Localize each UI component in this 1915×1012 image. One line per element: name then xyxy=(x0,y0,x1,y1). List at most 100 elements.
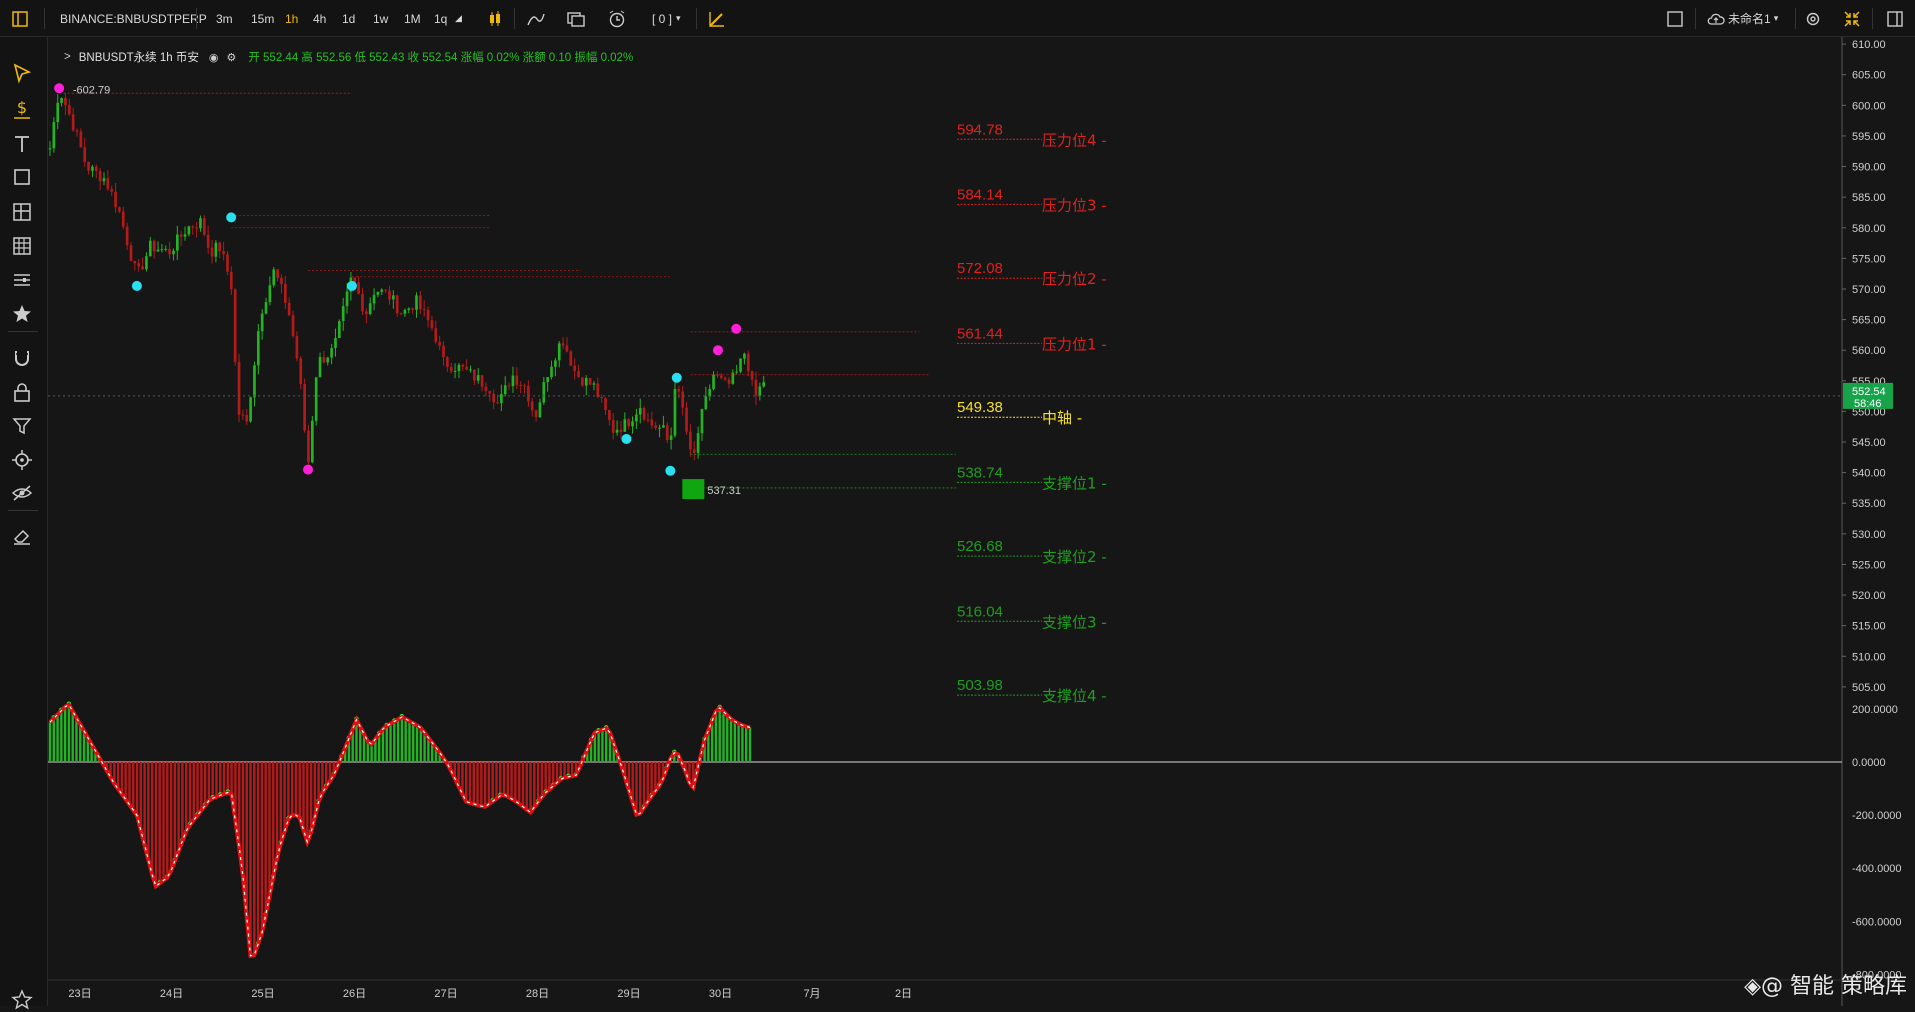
alert-clock-icon[interactable] xyxy=(608,0,626,37)
target-icon[interactable] xyxy=(10,448,34,472)
candle-body xyxy=(438,341,441,346)
swing-point-marker xyxy=(621,433,632,444)
candle-body xyxy=(600,397,604,399)
macd-bar xyxy=(415,725,419,763)
macd-bar xyxy=(211,762,214,799)
eye-slash-icon[interactable] xyxy=(10,481,34,505)
candle-body xyxy=(102,178,106,182)
text-icon[interactable] xyxy=(10,132,34,156)
candle-body xyxy=(527,385,530,402)
eye-icon[interactable]: ◉ xyxy=(209,51,219,64)
compare-icon[interactable] xyxy=(567,0,585,37)
interval-15m[interactable]: 15m xyxy=(251,0,274,37)
macd-bar xyxy=(147,762,150,860)
candle-body xyxy=(442,345,445,358)
time-tick-label: 26日 xyxy=(343,988,366,1000)
interval-1d[interactable]: 1d xyxy=(342,0,355,37)
candle-body xyxy=(160,249,164,251)
svg-text:$: $ xyxy=(17,98,27,117)
candle-body xyxy=(515,375,519,385)
time-tick-label: 27日 xyxy=(434,988,457,1000)
candle-body xyxy=(202,218,206,235)
candle-body xyxy=(334,338,337,349)
candle-body xyxy=(492,393,495,403)
macd-bar xyxy=(48,722,52,763)
candle-body xyxy=(245,415,249,422)
candle-body xyxy=(650,419,654,426)
candle-body xyxy=(156,249,160,252)
chart-canvas[interactable]: 610.00 605.00 600.00 595.00 590.00 585.00 580.… xyxy=(0,0,1915,1006)
indicator-count[interactable]: [ 0 ] ▾ xyxy=(652,0,681,37)
macd-bar xyxy=(604,728,608,763)
candle-body xyxy=(669,435,673,440)
candle-body xyxy=(83,147,87,162)
layout-menu[interactable]: 未命名1 ▾ xyxy=(1707,0,1778,37)
candle-body xyxy=(500,394,503,404)
candle-body xyxy=(60,97,63,103)
star-icon[interactable] xyxy=(10,302,34,326)
symbol-selector[interactable]: BINANCE:BNBUSDTPERP xyxy=(60,0,207,37)
macd-bar xyxy=(491,762,494,802)
macd-bar xyxy=(468,762,472,803)
price-tick-label: 525.00 xyxy=(1852,559,1886,571)
candle-body xyxy=(168,248,171,255)
macd-bar xyxy=(639,762,642,814)
candle-body xyxy=(658,427,661,429)
macd-bar xyxy=(207,762,211,801)
grid-layout-icon[interactable] xyxy=(10,200,34,224)
candle-body xyxy=(588,377,592,385)
fullscreen-icon[interactable] xyxy=(1666,0,1684,37)
macd-bar xyxy=(722,711,725,763)
interval-4h[interactable]: 4h xyxy=(313,0,326,37)
macd-bar xyxy=(487,762,491,805)
dollar-icon[interactable]: $ xyxy=(10,97,34,121)
rectangle-icon[interactable] xyxy=(10,165,34,189)
interval-3m[interactable]: 3m xyxy=(216,0,233,37)
macd-bar xyxy=(302,762,305,830)
candle-body xyxy=(403,309,407,314)
settings-gear-icon[interactable] xyxy=(1804,0,1822,37)
candle-body xyxy=(253,365,256,398)
macd-bar xyxy=(597,731,600,763)
candle-body xyxy=(341,306,345,322)
eraser-icon[interactable] xyxy=(10,524,34,548)
candle-body xyxy=(407,308,411,310)
collapse-arrows-icon[interactable] xyxy=(1843,0,1861,37)
magnet-icon[interactable] xyxy=(10,346,34,370)
macd-bar xyxy=(540,762,544,797)
level-value: 561.44 xyxy=(957,325,1003,342)
candle-type-icon[interactable] xyxy=(487,0,503,37)
candle-body xyxy=(395,295,399,314)
candle-body xyxy=(746,353,750,372)
price-tick-label: 585.00 xyxy=(1852,192,1886,204)
interval-1M[interactable]: 1M xyxy=(404,0,421,37)
favorite-icon[interactable] xyxy=(10,988,34,1012)
filter-icon[interactable] xyxy=(10,414,34,438)
macd-bar xyxy=(642,762,646,808)
interval-more-icon[interactable]: ◢ xyxy=(455,0,462,37)
settings-icon[interactable]: ⚙ xyxy=(226,51,236,64)
candle-body xyxy=(118,207,121,212)
time-tick-label: 7月 xyxy=(803,988,820,1000)
table-icon[interactable] xyxy=(10,234,34,258)
cursor-icon[interactable] xyxy=(10,62,34,86)
price-tick-label: 520.00 xyxy=(1852,590,1886,602)
right-panel-toggle-icon[interactable] xyxy=(1886,0,1904,37)
macd-bar xyxy=(188,762,192,825)
candle-body xyxy=(762,382,766,387)
legend-collapse-icon[interactable]: > xyxy=(64,51,71,63)
candle-body xyxy=(303,384,306,431)
candle-body xyxy=(735,371,739,373)
macd-bar xyxy=(162,762,165,881)
lines-icon[interactable] xyxy=(10,268,34,292)
candle-body xyxy=(191,226,195,228)
interval-1w[interactable]: 1w xyxy=(373,0,388,37)
interval-1h[interactable]: 1h xyxy=(285,0,298,37)
candle-body xyxy=(133,261,137,264)
lock-icon[interactable] xyxy=(10,380,34,404)
sidebar-toggle-icon[interactable] xyxy=(12,0,28,37)
interval-1q[interactable]: 1q xyxy=(434,0,447,37)
candle-body xyxy=(453,370,457,372)
drawing-pen-icon[interactable] xyxy=(708,0,726,37)
indicator-icon[interactable] xyxy=(527,0,545,37)
